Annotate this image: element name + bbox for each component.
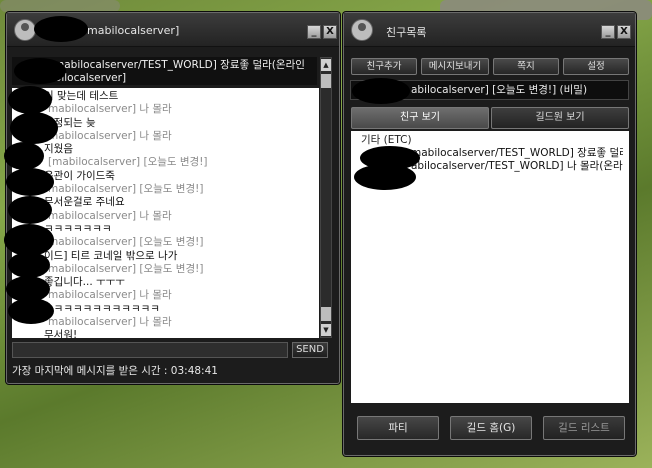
friend-group[interactable]: 기타 (ETC) — [357, 134, 623, 147]
chat-line: 무서운걸로 주네요 — [44, 196, 125, 209]
chat-line: ㅋㅋㅋㅋㅋㅋㅋㅋㅋㅋㅋㅋ — [44, 302, 160, 315]
chat-line: mabilocalserver] [오늘도 변경!] — [48, 236, 204, 249]
chat-scrollbar[interactable]: ▲ ▼ — [320, 57, 332, 338]
close-button[interactable]: X — [617, 25, 631, 39]
friends-avatar-icon — [351, 19, 373, 41]
chat-line: 좋깁니다... ㅜㅜㅜ — [44, 276, 125, 289]
tab-friends[interactable]: 친구 보기 — [351, 107, 489, 129]
redaction-mark — [8, 86, 52, 114]
user-avatar-icon — [14, 19, 36, 41]
background-rock — [0, 0, 120, 12]
chat-line: mabilocalserver] [오늘도 변경!] — [48, 183, 204, 196]
scroll-thumb-bottom[interactable] — [321, 307, 331, 321]
chat-line: 무서워! — [44, 329, 78, 338]
chat-line: 이드] 티르 코네일 밖으로 나가 — [44, 249, 178, 262]
scroll-up-arrow-icon[interactable]: ▲ — [321, 59, 331, 71]
friend-window-title: 친구목록 — [386, 26, 427, 39]
chat-line: [mabilocalserver] [오늘도 변경!] — [48, 156, 208, 169]
scroll-down-arrow-icon[interactable]: ▼ — [321, 324, 331, 336]
guild-home-button[interactable]: 길드 홈(G) — [450, 416, 532, 440]
chat-line: 은관이 가이드죽 — [44, 169, 115, 182]
chat-line: mabilocalserver] 나 몰라 — [48, 316, 172, 329]
redaction-mark — [354, 164, 416, 190]
chat-log[interactable]: 이 맞는데 테스트 mabilocalserver] 나 몰라 걱정되는 늦 mabi… — [12, 88, 319, 338]
chat-line: mabilocalserver] 나 몰라 — [48, 129, 172, 142]
redaction-mark — [4, 142, 44, 170]
guild-list-button[interactable]: 길드 리스트 — [543, 416, 625, 440]
note-button[interactable]: 쪽지 — [493, 58, 559, 75]
redaction-mark — [34, 16, 88, 42]
chat-line: mabilocalserver] 나 몰라 — [48, 209, 172, 222]
redaction-mark — [6, 168, 54, 196]
chat-title: mabilocalserver] — [87, 24, 180, 37]
redaction-mark — [8, 298, 54, 324]
last-message-time: 가장 마지막에 메시지를 받은 시간 : 03:48:41 — [12, 365, 218, 377]
close-button[interactable]: X — [323, 25, 337, 39]
add-friend-button[interactable]: 친구추가 — [351, 58, 417, 75]
chat-message-input[interactable] — [12, 342, 288, 358]
chat-line: mabilocalserver] 나 몰라 — [48, 289, 172, 302]
chat-line: mabilocalserver] 나 몰라 — [48, 103, 172, 116]
redaction-mark — [8, 196, 52, 224]
minimize-button[interactable]: _ — [601, 25, 615, 39]
minimize-button[interactable]: _ — [307, 25, 321, 39]
chat-line: mabilocalserver] [오늘도 변경!] — [48, 262, 204, 275]
redaction-mark — [8, 252, 50, 278]
redaction-mark — [352, 78, 410, 104]
redaction-mark — [10, 112, 58, 144]
party-button[interactable]: 파티 — [357, 416, 439, 440]
send-button[interactable]: SEND — [292, 342, 328, 358]
chat-line: 지웠음 — [44, 143, 73, 156]
send-message-button[interactable]: 메시지보내기 — [421, 58, 489, 75]
scroll-thumb[interactable] — [321, 74, 331, 88]
chat-line: 이 맞는데 테스트 — [44, 90, 119, 102]
chat-line: ㅋㅋㅋㅋㅋㅋㅋ — [44, 222, 112, 235]
settings-button[interactable]: 설정 — [563, 58, 629, 75]
tab-guild-members[interactable]: 길드원 보기 — [491, 107, 629, 129]
redaction-mark — [14, 58, 66, 84]
chat-line: 걱정되는 늦 — [44, 116, 96, 129]
friend-titlebar[interactable]: 친구목록 _ X — [344, 13, 635, 47]
